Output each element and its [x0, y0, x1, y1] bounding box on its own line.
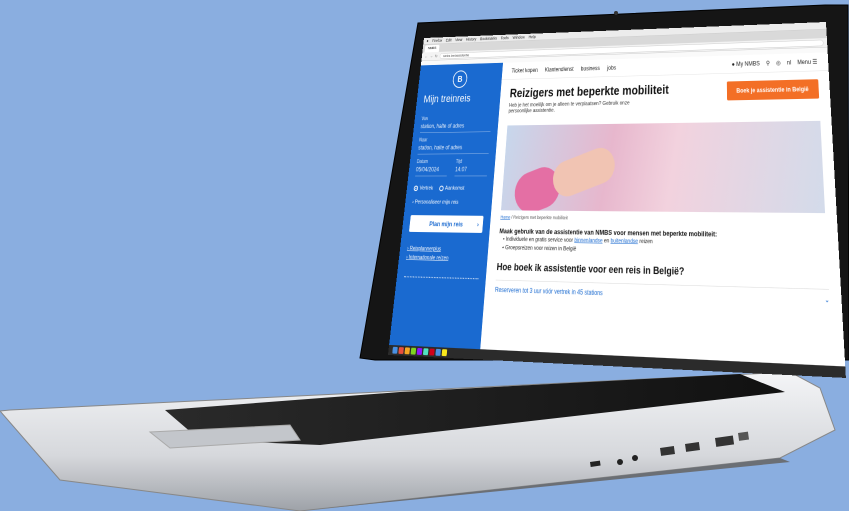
- menu-window[interactable]: Window: [512, 35, 525, 40]
- radio-arrive[interactable]: Aankomst: [438, 185, 465, 192]
- menu-edit[interactable]: Edit: [446, 38, 452, 43]
- main-content: Ticket kopen Klantendienst business jobs…: [480, 52, 846, 367]
- from-input[interactable]: station, halte of adres: [419, 120, 492, 133]
- page: B Mijn treinreis Van station, halte of a…: [389, 52, 846, 367]
- international-link[interactable]: › Internationale reizen: [406, 254, 480, 262]
- page-title: Reizigers met beperkte mobiliteit: [509, 82, 669, 101]
- binnenlandse-link[interactable]: binnenlandse: [574, 237, 602, 244]
- dock-app-icon[interactable]: [429, 348, 435, 356]
- back-icon[interactable]: ←: [425, 54, 428, 58]
- browser-window: ● Firefox Edit View History Bookmarks To…: [387, 21, 846, 378]
- bullet-1-end: reizen: [639, 238, 653, 245]
- plan-trip-label: Plan mijn reis: [428, 219, 464, 228]
- menu-view[interactable]: View: [455, 37, 463, 42]
- time-group: Tijd 14:07: [454, 159, 488, 181]
- planner-title: Mijn treinreis: [423, 92, 472, 105]
- reisplanner-link[interactable]: › Reisplannerplus: [407, 245, 481, 253]
- personalise-label: Personaliseer mijn reis: [414, 199, 459, 206]
- plan-trip-button[interactable]: Plan mijn reis ›: [408, 215, 484, 233]
- nav-right: ● My NMBS ⚲ ◎ nl Menu ☰: [732, 58, 818, 67]
- chevron-down-icon: ⌄: [824, 295, 830, 305]
- language-select[interactable]: nl: [787, 59, 791, 66]
- nav-business[interactable]: business: [581, 65, 600, 72]
- nav-ticket[interactable]: Ticket kopen: [511, 67, 538, 74]
- radio-arrive-label: Aankomst: [444, 185, 465, 192]
- date-group: Datum 05/04/2024: [415, 159, 449, 181]
- my-nmbs-link[interactable]: ● My NMBS: [732, 60, 760, 68]
- menu-button[interactable]: Menu ☰: [797, 58, 817, 66]
- apple-icon[interactable]: ●: [426, 39, 428, 43]
- to-input[interactable]: station, halte of adres: [417, 142, 490, 155]
- depart-arrive-radios: Vertrek Aankomst: [413, 185, 487, 192]
- radio-off-icon: [438, 185, 444, 191]
- my-nmbs-label: My NMBS: [736, 59, 760, 68]
- reload-icon[interactable]: ↻: [435, 54, 438, 58]
- personalise-link[interactable]: › Personaliseer mijn reis: [412, 199, 485, 206]
- hero-image: [501, 120, 826, 214]
- dock-app-icon[interactable]: [404, 347, 411, 355]
- breadcrumb-current: Reizigers met beperkte mobiliteit: [513, 214, 568, 221]
- nmbs-logo[interactable]: B: [452, 70, 468, 89]
- hero-text: Reizigers met beperkte mobiliteit Heb je…: [508, 83, 669, 114]
- hero: Reizigers met beperkte mobiliteit Heb je…: [499, 71, 832, 119]
- dock-app-icon[interactable]: [435, 348, 441, 356]
- accordion-item[interactable]: Reserveren tot 3 uur vóór vertrek in 45 …: [494, 279, 831, 311]
- bullet-1-and: en: [603, 237, 610, 245]
- radio-on-icon: [413, 185, 419, 191]
- bullet-2-text: Groepsreizen voor reizen in België: [504, 244, 577, 253]
- date-input[interactable]: 05/04/2024: [415, 164, 448, 177]
- bullet-1-text: Individuele en gratis service voor: [505, 235, 574, 244]
- chevron-right-icon: ›: [476, 220, 480, 229]
- scene: ● Firefox Edit View History Bookmarks To…: [0, 0, 849, 511]
- menu-bookmarks[interactable]: Bookmarks: [480, 36, 497, 41]
- international-label: Internationale reizen: [408, 254, 449, 262]
- dock-app-icon[interactable]: [422, 348, 429, 356]
- dock-app-icon[interactable]: [398, 347, 404, 355]
- reisplanner-label: Reisplannerplus: [409, 245, 442, 253]
- nav-klantendienst[interactable]: Klantendienst: [545, 66, 574, 73]
- radio-depart[interactable]: Vertrek: [413, 185, 434, 192]
- forward-icon[interactable]: →: [430, 54, 433, 58]
- search-icon[interactable]: ⚲: [766, 60, 770, 67]
- screen: ● Firefox Edit View History Bookmarks To…: [387, 21, 846, 378]
- menu-firefox[interactable]: Firefox: [432, 38, 442, 43]
- dock-app-icon[interactable]: [410, 347, 417, 355]
- globe-icon[interactable]: ◎: [776, 59, 781, 66]
- accordion-label: Reserveren tot 3 uur vóór vertrek in 45 …: [494, 285, 603, 297]
- menu-label: Menu: [797, 58, 812, 66]
- menu-help[interactable]: Help: [528, 34, 535, 39]
- nav-jobs[interactable]: jobs: [607, 64, 616, 71]
- dock-app-icon[interactable]: [416, 347, 423, 355]
- divider: [403, 276, 479, 280]
- menu-tools[interactable]: Tools: [501, 36, 509, 41]
- user-icon: ●: [731, 60, 735, 68]
- dock-app-icon[interactable]: [441, 349, 448, 357]
- time-input[interactable]: 14:07: [454, 164, 488, 177]
- hamburger-icon: ☰: [812, 58, 818, 66]
- radio-depart-label: Vertrek: [419, 185, 434, 192]
- image-hands: [549, 143, 619, 202]
- dock-app-icon[interactable]: [392, 346, 398, 354]
- date-time-row: Datum 05/04/2024 Tijd 14:07: [415, 159, 489, 181]
- browser-tab[interactable]: NMBS: [424, 44, 440, 53]
- menu-history[interactable]: History: [466, 37, 477, 42]
- breadcrumb-home[interactable]: Home: [500, 214, 510, 219]
- page-subtitle: Heb je het moeilijk om je alleen te verp…: [508, 99, 630, 114]
- buitenlandse-link[interactable]: buitenlandse: [610, 238, 638, 245]
- book-assistance-button[interactable]: Boek je assistentie in België: [726, 79, 820, 101]
